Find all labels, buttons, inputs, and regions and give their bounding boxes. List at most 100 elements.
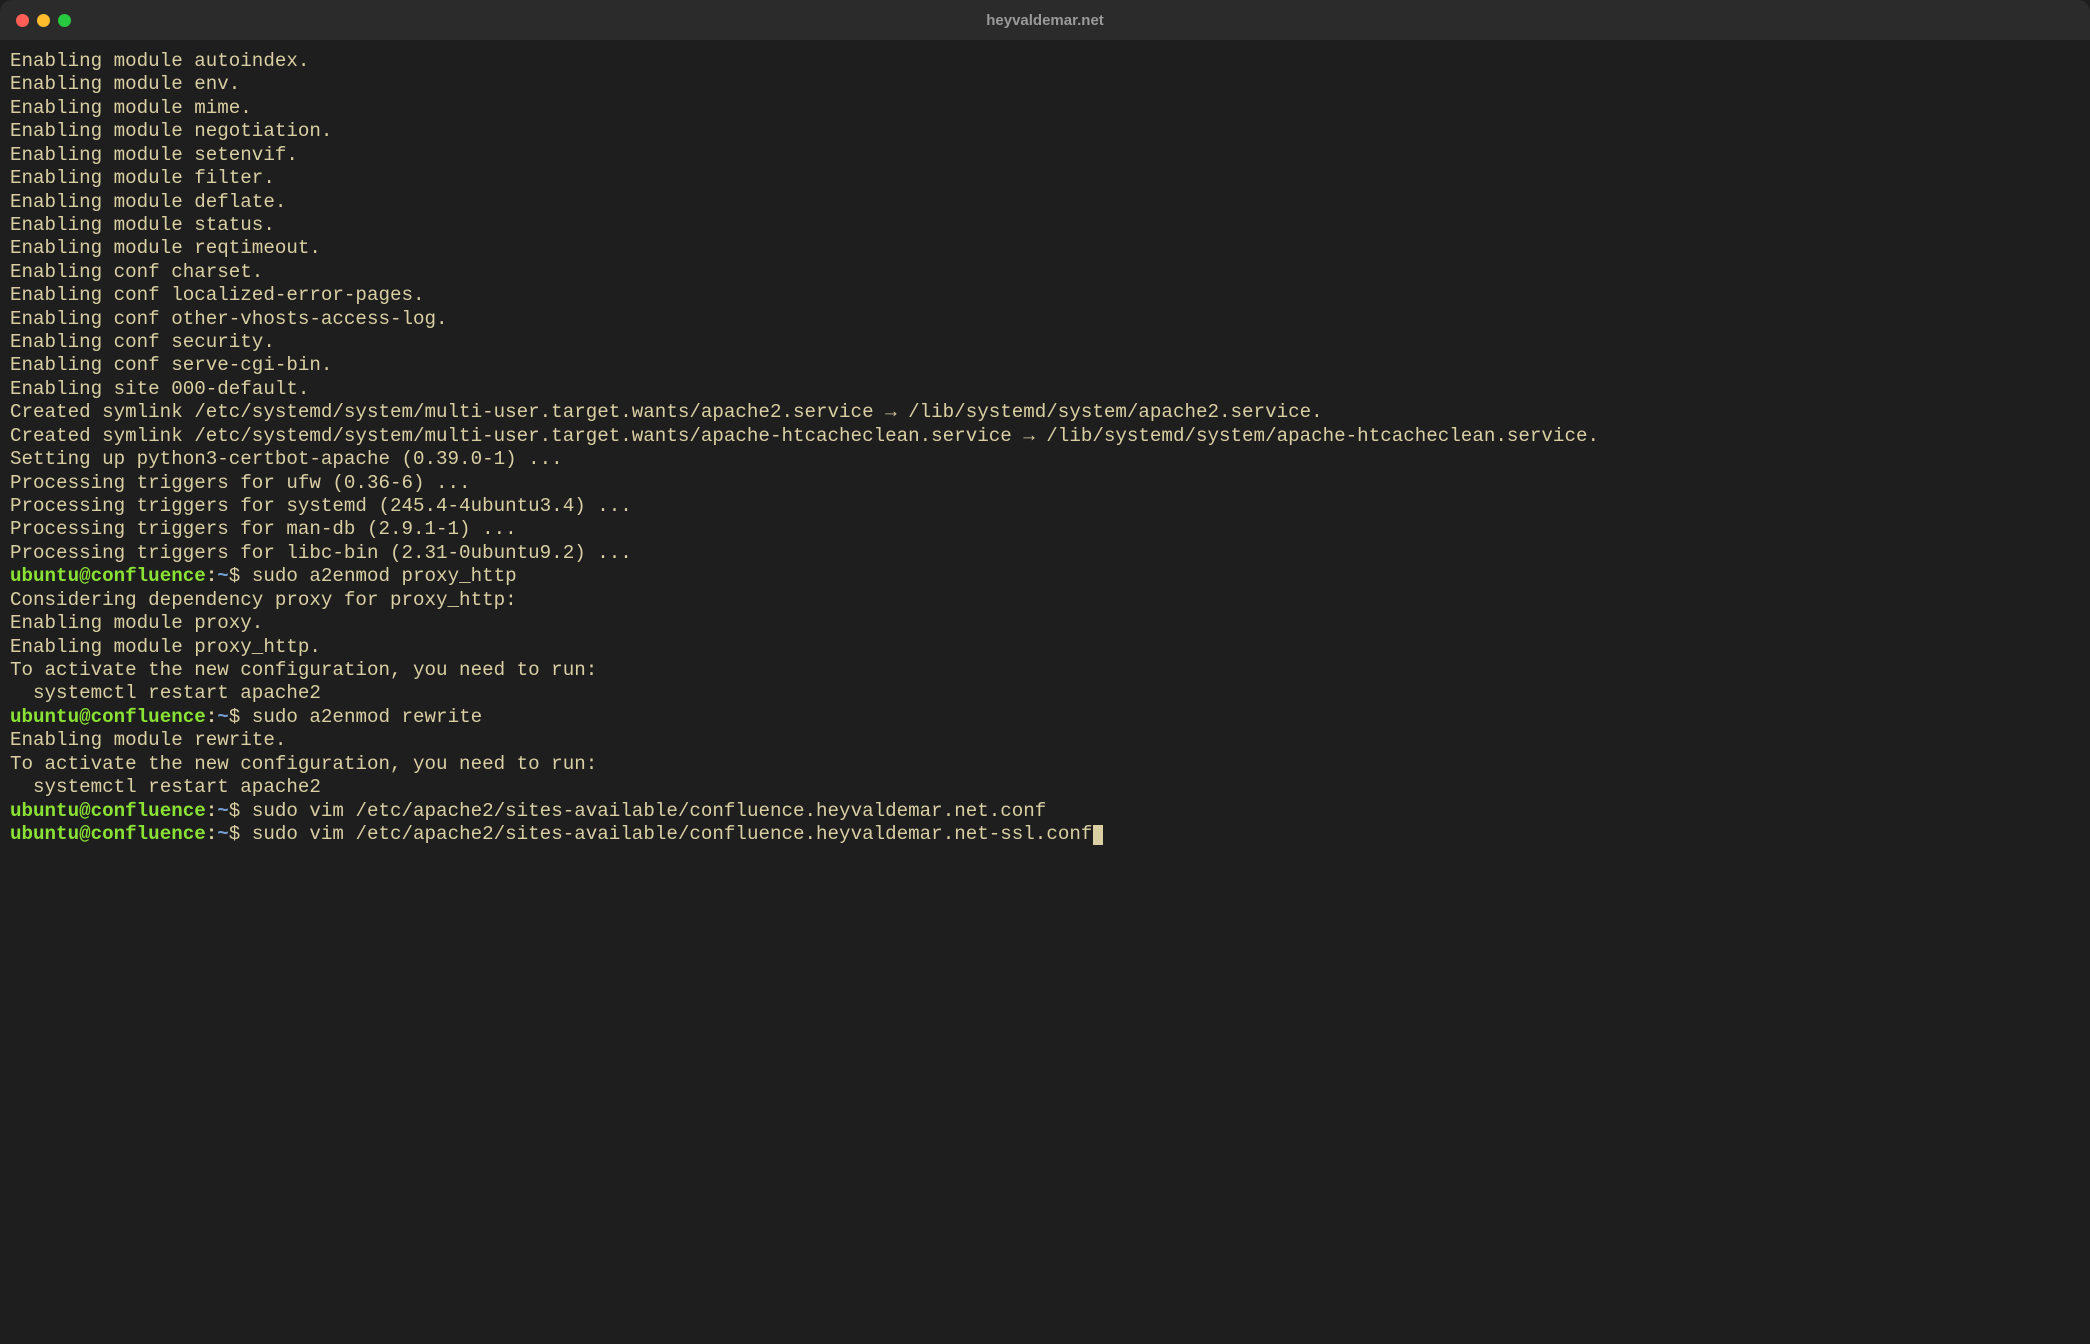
terminal-output-line: Enabling module reqtimeout.	[10, 237, 2080, 260]
output-text: Considering dependency proxy for proxy_h…	[10, 589, 517, 611]
terminal-output-line: To activate the new configuration, you n…	[10, 753, 2080, 776]
output-text: To activate the new configuration, you n…	[10, 659, 597, 681]
output-text: Enabling module proxy.	[10, 612, 263, 634]
terminal-output-line: Enabling conf serve-cgi-bin.	[10, 354, 2080, 377]
command-text: sudo vim /etc/apache2/sites-available/co…	[252, 800, 1047, 822]
prompt-host: confluence	[91, 800, 206, 822]
terminal-output-line: Processing triggers for ufw (0.36-6) ...	[10, 472, 2080, 495]
prompt-dollar: $	[229, 565, 252, 587]
terminal-output-line: Enabling module status.	[10, 214, 2080, 237]
terminal-body[interactable]: Enabling module autoindex.Enabling modul…	[0, 40, 2090, 1344]
output-text: Processing triggers for ufw (0.36-6) ...	[10, 472, 471, 494]
prompt-colon: :	[206, 800, 218, 822]
terminal-output-line: Enabling module autoindex.	[10, 50, 2080, 73]
terminal-output-line: Processing triggers for man-db (2.9.1-1)…	[10, 518, 2080, 541]
prompt-colon: :	[206, 706, 218, 728]
terminal-output-line: Created symlink /etc/systemd/system/mult…	[10, 425, 2080, 448]
window-title: heyvaldemar.net	[0, 12, 2090, 29]
output-text: Enabling module setenvif.	[10, 144, 298, 166]
terminal-output-line: Enabling conf localized-error-pages.	[10, 284, 2080, 307]
terminal-command-line: ubuntu@confluence:~$ sudo vim /etc/apach…	[10, 823, 2080, 846]
prompt-at: @	[79, 823, 91, 845]
output-text: Enabling conf serve-cgi-bin.	[10, 354, 332, 376]
output-text: Enabling module status.	[10, 214, 275, 236]
output-text: Enabling conf security.	[10, 331, 275, 353]
output-text: systemctl restart apache2	[10, 776, 321, 798]
terminal-output-line: Processing triggers for libc-bin (2.31-0…	[10, 542, 2080, 565]
terminal-output-line: Enabling module negotiation.	[10, 120, 2080, 143]
output-text: Enabling module autoindex.	[10, 50, 309, 72]
prompt-dollar: $	[229, 800, 252, 822]
minimize-icon[interactable]	[37, 14, 50, 27]
output-text: Enabling module negotiation.	[10, 120, 332, 142]
prompt-host: confluence	[91, 565, 206, 587]
output-text: To activate the new configuration, you n…	[10, 753, 597, 775]
terminal-output-line: Enabling site 000-default.	[10, 378, 2080, 401]
output-text: Created symlink /etc/systemd/system/mult…	[10, 425, 1599, 447]
terminal-output-line: Enabling module rewrite.	[10, 729, 2080, 752]
output-text: Enabling module filter.	[10, 167, 275, 189]
output-text: Enabling site 000-default.	[10, 378, 309, 400]
output-text: Enabling module proxy_http.	[10, 636, 321, 658]
terminal-output-line: Enabling module deflate.	[10, 191, 2080, 214]
prompt-host: confluence	[91, 823, 206, 845]
command-text: sudo vim /etc/apache2/sites-available/co…	[252, 823, 1093, 845]
output-text: Enabling module env.	[10, 73, 240, 95]
terminal-output-line: Enabling module proxy.	[10, 612, 2080, 635]
terminal-output-line: Enabling module filter.	[10, 167, 2080, 190]
terminal-output-line: Enabling module env.	[10, 73, 2080, 96]
terminal-output-line: Created symlink /etc/systemd/system/mult…	[10, 401, 2080, 424]
window-controls	[0, 14, 71, 27]
terminal-output-line: Enabling module setenvif.	[10, 144, 2080, 167]
terminal-output-line: Enabling module mime.	[10, 97, 2080, 120]
output-text: Enabling conf other-vhosts-access-log.	[10, 308, 448, 330]
command-text: sudo a2enmod proxy_http	[252, 565, 517, 587]
prompt-path: ~	[217, 706, 229, 728]
terminal-output-line: Enabling conf charset.	[10, 261, 2080, 284]
output-text: systemctl restart apache2	[10, 682, 321, 704]
prompt-host: confluence	[91, 706, 206, 728]
prompt-path: ~	[217, 565, 229, 587]
prompt-user: ubuntu	[10, 800, 79, 822]
prompt-dollar: $	[229, 823, 252, 845]
terminal-output-line: Setting up python3-certbot-apache (0.39.…	[10, 448, 2080, 471]
output-text: Processing triggers for man-db (2.9.1-1)…	[10, 518, 517, 540]
command-text: sudo a2enmod rewrite	[252, 706, 482, 728]
output-text: Enabling module rewrite.	[10, 729, 286, 751]
output-text: Processing triggers for systemd (245.4-4…	[10, 495, 632, 517]
terminal-window: heyvaldemar.net Enabling module autoinde…	[0, 0, 2090, 1344]
prompt-colon: :	[206, 823, 218, 845]
terminal-command-line: ubuntu@confluence:~$ sudo a2enmod proxy_…	[10, 565, 2080, 588]
terminal-command-line: ubuntu@confluence:~$ sudo a2enmod rewrit…	[10, 706, 2080, 729]
prompt-dollar: $	[229, 706, 252, 728]
output-text: Enabling conf charset.	[10, 261, 263, 283]
prompt-user: ubuntu	[10, 706, 79, 728]
prompt-at: @	[79, 706, 91, 728]
prompt-user: ubuntu	[10, 823, 79, 845]
close-icon[interactable]	[16, 14, 29, 27]
output-text: Processing triggers for libc-bin (2.31-0…	[10, 542, 632, 564]
prompt-colon: :	[206, 565, 218, 587]
prompt-user: ubuntu	[10, 565, 79, 587]
output-text: Enabling module reqtimeout.	[10, 237, 321, 259]
terminal-output-line: systemctl restart apache2	[10, 682, 2080, 705]
cursor-icon	[1093, 825, 1103, 845]
terminal-output-line: Enabling conf other-vhosts-access-log.	[10, 308, 2080, 331]
prompt-at: @	[79, 800, 91, 822]
terminal-output-line: To activate the new configuration, you n…	[10, 659, 2080, 682]
prompt-path: ~	[217, 800, 229, 822]
terminal-output-line: Considering dependency proxy for proxy_h…	[10, 589, 2080, 612]
terminal-output-line: Processing triggers for systemd (245.4-4…	[10, 495, 2080, 518]
terminal-output-line: Enabling conf security.	[10, 331, 2080, 354]
prompt-path: ~	[217, 823, 229, 845]
output-text: Enabling module mime.	[10, 97, 252, 119]
terminal-command-line: ubuntu@confluence:~$ sudo vim /etc/apach…	[10, 800, 2080, 823]
prompt-at: @	[79, 565, 91, 587]
zoom-icon[interactable]	[58, 14, 71, 27]
output-text: Setting up python3-certbot-apache (0.39.…	[10, 448, 563, 470]
output-text: Enabling conf localized-error-pages.	[10, 284, 425, 306]
output-text: Created symlink /etc/systemd/system/mult…	[10, 401, 1323, 423]
terminal-output-line: Enabling module proxy_http.	[10, 636, 2080, 659]
output-text: Enabling module deflate.	[10, 191, 286, 213]
terminal-output-line: systemctl restart apache2	[10, 776, 2080, 799]
